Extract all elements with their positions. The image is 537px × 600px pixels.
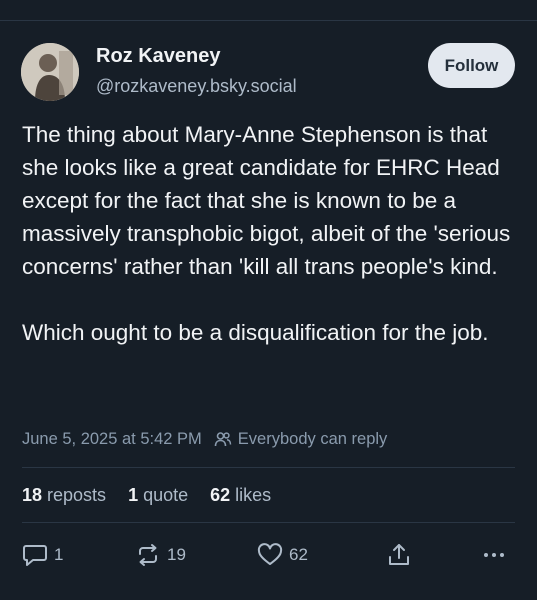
avatar-image <box>21 43 79 101</box>
reply-setting[interactable]: Everybody can reply <box>214 429 388 449</box>
quotes-stat[interactable]: 1 quote <box>128 485 188 506</box>
author-handle[interactable]: @rozkaveney.bsky.social <box>96 76 297 97</box>
more-options-button[interactable] <box>481 540 507 570</box>
reply-setting-label: Everybody can reply <box>237 429 388 448</box>
likes-count: 62 <box>210 484 231 505</box>
reposts-stat[interactable]: 18 reposts <box>22 485 106 506</box>
like-button[interactable]: 62 <box>257 540 308 570</box>
quotes-count: 1 <box>128 484 139 505</box>
repost-button[interactable]: 19 <box>135 540 186 570</box>
repost-icon <box>139 544 157 566</box>
action-bar: 1 19 62 <box>22 540 515 570</box>
share-icon <box>389 544 409 565</box>
top-divider <box>0 20 537 21</box>
repost-count: 19 <box>167 545 186 564</box>
like-count: 62 <box>289 545 308 564</box>
reply-icon <box>23 545 47 566</box>
likes-label: likes <box>235 484 272 505</box>
engagement-stats: 18 reposts 1 quote 62 likes <box>22 483 293 507</box>
avatar[interactable] <box>21 43 79 101</box>
post-container: Roz Kaveney @rozkaveney.bsky.social Foll… <box>0 0 537 600</box>
more-icon <box>484 553 504 557</box>
reposts-count: 18 <box>22 484 43 505</box>
reply-button[interactable]: 1 <box>22 540 63 570</box>
reposts-label: reposts <box>47 484 107 505</box>
share-button[interactable] <box>386 540 412 570</box>
post-text: The thing about Mary-Anne Stephenson is … <box>22 122 511 345</box>
post-meta: June 5, 2025 at 5:42 PM Everybody can re… <box>22 428 387 450</box>
stats-top-divider <box>22 467 515 468</box>
likes-stat[interactable]: 62 likes <box>210 485 271 506</box>
heart-icon <box>257 543 283 565</box>
quotes-label: quote <box>143 484 189 505</box>
post-timestamp[interactable]: June 5, 2025 at 5:42 PM <box>22 430 202 449</box>
author-name[interactable]: Roz Kaveney <box>96 45 221 68</box>
follow-button[interactable]: Follow <box>428 43 515 88</box>
people-icon <box>214 432 232 447</box>
reply-count: 1 <box>54 545 64 564</box>
stats-bottom-divider <box>22 522 515 523</box>
